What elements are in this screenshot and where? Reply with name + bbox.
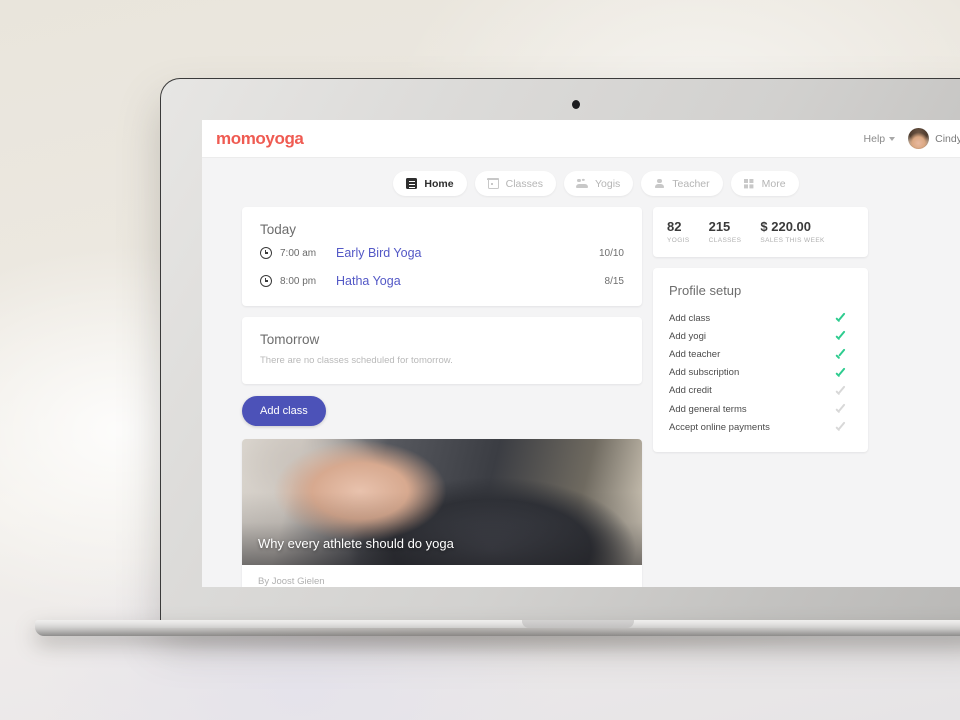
article-image: Why every athlete should do yoga [242, 439, 642, 565]
check-icon-pending [835, 405, 848, 414]
tab-label: More [761, 177, 786, 190]
topbar-right: Help Cindy [864, 128, 960, 149]
setup-item-label: Add yogi [669, 330, 706, 342]
laptop-screen: momoyoga Help Cindy Home Classes Yogis T… [202, 120, 960, 587]
stat-label: YOGIS [667, 237, 690, 244]
check-icon [835, 368, 848, 377]
scene: momoyoga Help Cindy Home Classes Yogis T… [0, 0, 960, 720]
stat-sales: $ 220.00 SALES THIS WEEK [760, 219, 824, 244]
today-title: Today [260, 222, 297, 237]
tomorrow-card: Tomorrow There are no classes scheduled … [242, 317, 642, 384]
check-icon [835, 350, 848, 359]
setup-item-add-credit[interactable]: Add credit [669, 382, 852, 400]
laptop-base [35, 620, 960, 636]
tomorrow-empty-message: There are no classes scheduled for tomor… [260, 355, 453, 366]
main-navigation: Home Classes Yogis Teacher More [202, 158, 960, 207]
article-byline: By Joost Gielen [242, 565, 642, 587]
laptop-mockup: momoyoga Help Cindy Home Classes Yogis T… [35, 78, 960, 636]
person-icon [654, 178, 665, 189]
stat-yogis: 82 YOGIS [667, 219, 690, 244]
right-column: 82 YOGIS 215 CLASSES $ 220.00 SALES THIS… [653, 207, 868, 587]
app-page: momoyoga Help Cindy Home Classes Yogis T… [202, 120, 960, 587]
tab-label: Classes [505, 177, 543, 190]
tab-label: Yogis [594, 177, 621, 190]
setup-item-add-class[interactable]: Add class [669, 309, 852, 327]
check-icon [835, 332, 848, 341]
user-name-label: Cindy [935, 132, 960, 145]
people-icon [576, 178, 589, 189]
tab-yogis[interactable]: Yogis [563, 171, 634, 196]
user-menu[interactable]: Cindy [908, 128, 960, 149]
check-icon-pending [835, 386, 848, 395]
setup-item-add-subscription[interactable]: Add subscription [669, 364, 852, 382]
class-name-link[interactable]: Early Bird Yoga [336, 246, 599, 260]
setup-item-label: Add credit [669, 385, 712, 397]
class-row[interactable]: 7:00 am Early Bird Yoga 10/10 [242, 239, 642, 267]
article-title: Why every athlete should do yoga [258, 536, 454, 551]
help-label: Help [863, 132, 886, 145]
class-attendance: 8/15 [604, 275, 624, 287]
clock-icon [260, 247, 272, 259]
setup-item-label: Add subscription [669, 367, 740, 379]
profile-setup-title: Profile setup [669, 283, 742, 298]
setup-item-label: Add teacher [669, 348, 721, 360]
add-class-button[interactable]: Add class [242, 396, 326, 426]
class-time: 8:00 pm [280, 275, 317, 287]
article-card[interactable]: Why every athlete should do yoga By Joos… [242, 439, 642, 587]
chevron-down-icon [889, 136, 896, 141]
stat-label: SALES THIS WEEK [760, 237, 825, 244]
tab-label: Teacher [672, 177, 710, 190]
stat-classes: 215 CLASSES [709, 219, 742, 244]
calendar-icon [487, 177, 499, 189]
avatar [908, 128, 930, 149]
stat-value: 215 [708, 219, 731, 234]
stat-label: CLASSES [708, 237, 742, 244]
profile-setup-card: Profile setup Add class Add yogi Add tea… [653, 268, 868, 453]
class-row[interactable]: 8:00 pm Hatha Yoga 8/15 [242, 267, 642, 295]
class-name-link[interactable]: Hatha Yoga [336, 274, 605, 288]
check-icon-pending [835, 423, 848, 432]
check-icon [835, 314, 848, 323]
class-time: 7:00 am [280, 247, 317, 259]
tab-teacher[interactable]: Teacher [641, 171, 723, 196]
app-topbar: momoyoga Help Cindy [202, 120, 960, 158]
tab-label: Home [424, 177, 454, 190]
setup-item-add-general-terms[interactable]: Add general terms [669, 400, 852, 418]
clock-icon [260, 275, 272, 287]
webcam-dot [572, 100, 580, 109]
tab-more[interactable]: More [730, 171, 799, 196]
stat-value: 82 [667, 219, 682, 234]
setup-item-accept-online-payments[interactable]: Accept online payments [669, 418, 852, 436]
dashboard-content: Today 7:00 am Early Bird Yoga 10/10 8:00… [202, 207, 960, 587]
setup-item-label: Accept online payments [669, 421, 770, 433]
stats-card: 82 YOGIS 215 CLASSES $ 220.00 SALES THIS… [653, 207, 868, 257]
brand-logo[interactable]: momoyoga [216, 129, 304, 149]
grid-icon [744, 178, 755, 189]
tab-home[interactable]: Home [393, 171, 467, 196]
tomorrow-title: Tomorrow [260, 332, 320, 347]
setup-item-label: Add class [669, 312, 711, 324]
home-icon [406, 178, 418, 189]
stat-value: $ 220.00 [760, 219, 811, 234]
setup-item-add-teacher[interactable]: Add teacher [669, 345, 852, 363]
setup-item-label: Add general terms [669, 403, 747, 415]
class-attendance: 10/10 [598, 247, 624, 259]
setup-item-add-yogi[interactable]: Add yogi [669, 327, 852, 345]
today-card: Today 7:00 am Early Bird Yoga 10/10 8:00… [242, 207, 642, 306]
help-menu[interactable]: Help [864, 133, 896, 145]
left-column: Today 7:00 am Early Bird Yoga 10/10 8:00… [242, 207, 642, 587]
tab-classes[interactable]: Classes [474, 171, 556, 196]
